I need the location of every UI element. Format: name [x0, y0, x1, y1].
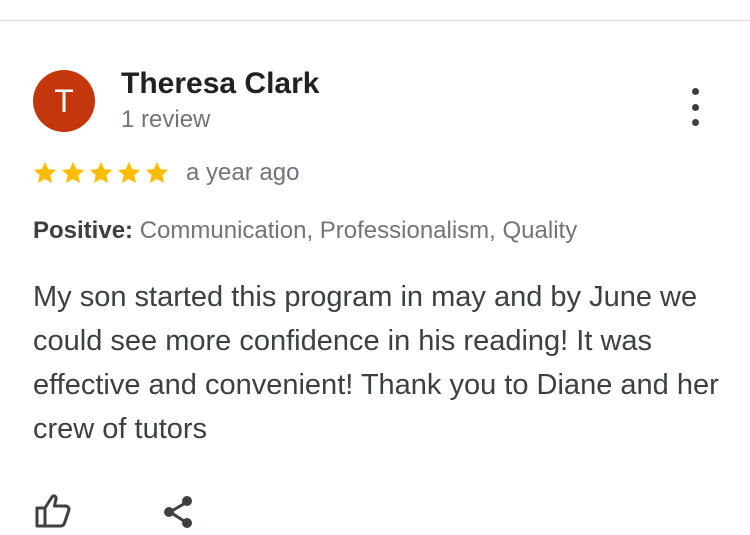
star-icon [145, 161, 169, 183]
review-card: T Theresa Clark 1 review a year ago Posi… [0, 0, 750, 535]
divider [0, 20, 750, 21]
more-options-button[interactable] [678, 88, 712, 126]
rating-row: a year ago [32, 156, 299, 190]
positive-label: Positive: [33, 217, 134, 244]
star-icon [61, 161, 85, 183]
positive-highlights: Positive: Communication, Professionalism… [33, 217, 577, 245]
more-vert-icon [691, 88, 699, 95]
like-button[interactable] [34, 493, 72, 529]
reviewer-name[interactable]: Theresa Clark [121, 67, 319, 101]
star-rating [32, 160, 170, 186]
more-vert-icon-dot [691, 119, 699, 126]
review-count[interactable]: 1 review [121, 106, 210, 134]
review-date: a year ago [186, 159, 300, 186]
star-icon [33, 161, 57, 183]
thumb-up-icon [35, 494, 71, 528]
avatar[interactable]: T [33, 70, 95, 132]
star-icon [89, 161, 113, 183]
share-button[interactable] [160, 493, 198, 531]
positive-items: Communication, Professionalism, Quality [139, 217, 578, 244]
star-icon [117, 161, 141, 183]
share-icon [164, 496, 192, 528]
more-vert-icon-dot [691, 103, 699, 111]
review-text: My son started this program in may and b… [33, 281, 719, 445]
